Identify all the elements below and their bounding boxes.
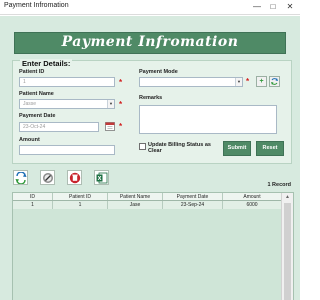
payment-mode-label: Payment Mode: [139, 69, 178, 75]
window-title: Payment Infromation: [4, 2, 69, 9]
column-header-id[interactable]: ID: [13, 193, 53, 200]
payments-grid[interactable]: ID Patient ID Patient Name Payment Date …: [12, 192, 294, 300]
chevron-down-icon[interactable]: ▼: [235, 78, 242, 86]
patient-name-required: *: [119, 100, 123, 109]
maximize-button[interactable]: □: [266, 1, 280, 13]
cell-id: 1: [13, 201, 53, 209]
add-payment-mode-button[interactable]: +: [256, 76, 267, 87]
update-billing-label: Update Billing Status as Clear: [148, 142, 211, 154]
patient-name-combo[interactable]: Jasse ▼: [19, 99, 115, 109]
remarks-label: Remarks: [139, 95, 163, 101]
record-count: 1 Record: [267, 182, 291, 188]
table-row[interactable]: 1 1 Jase 23-Sep-24 6000: [13, 201, 281, 209]
payment-mode-required: *: [246, 77, 250, 86]
scrollbar-thumb[interactable]: [284, 203, 291, 300]
cell-payment-date: 23-Sep-24: [163, 201, 223, 209]
details-legend: Enter Details:: [20, 59, 73, 68]
column-header-patient-id[interactable]: Patient ID: [53, 193, 108, 200]
column-header-payment-date[interactable]: Payment Date: [163, 193, 223, 200]
column-header-amount[interactable]: Amount: [223, 193, 281, 200]
details-group: Enter Details: Patient ID 1 * Patient Na…: [12, 59, 292, 164]
cell-patient-id: 1: [53, 201, 108, 209]
amount-label: Amount: [19, 137, 40, 143]
close-button[interactable]: ✕: [283, 1, 297, 13]
remarks-field[interactable]: [139, 105, 277, 134]
payment-mode-combo[interactable]: ▼: [139, 77, 243, 87]
grid-vertical-scrollbar[interactable]: ▲ ▼: [281, 193, 293, 300]
svg-text:X: X: [98, 176, 102, 182]
export-excel-button[interactable]: X: [94, 170, 109, 185]
window-client-area: Payment Infromation Enter Details: Patie…: [0, 16, 300, 300]
refresh-icon: [271, 78, 278, 85]
grid-header: ID Patient ID Patient Name Payment Date …: [13, 193, 281, 201]
delete-record-button[interactable]: [67, 170, 82, 185]
submit-button[interactable]: Submit: [223, 141, 251, 156]
cell-amount: 6000: [246, 202, 258, 208]
page-banner: Payment Infromation: [14, 32, 286, 54]
reset-button[interactable]: Reset: [256, 141, 284, 156]
window-titlebar: Payment Infromation — □ ✕: [0, 0, 300, 15]
delete-icon: [69, 172, 81, 184]
patient-id-field[interactable]: 1: [19, 77, 115, 87]
edit-icon: [43, 173, 53, 183]
patient-name-value: Jasse: [23, 101, 37, 107]
edit-record-button[interactable]: [40, 170, 55, 185]
patient-name-label: Patient Name: [19, 91, 54, 97]
calendar-icon[interactable]: [104, 121, 115, 132]
update-billing-checkbox[interactable]: [139, 143, 146, 150]
payment-date-required: *: [119, 122, 123, 131]
refresh-grid-button[interactable]: [13, 170, 28, 185]
excel-export-icon: X: [96, 172, 108, 184]
patient-id-required: *: [119, 78, 123, 87]
refresh-payment-mode-button[interactable]: [269, 76, 280, 87]
payment-date-label: Payment Date: [19, 113, 56, 119]
patient-id-label: Patient ID: [19, 69, 45, 75]
refresh-icon: [15, 172, 27, 184]
column-header-patient-name[interactable]: Patient Name: [108, 193, 163, 200]
amount-field[interactable]: [19, 145, 115, 155]
cell-patient-name: Jase: [108, 201, 163, 209]
minimize-button[interactable]: —: [250, 1, 264, 13]
payment-date-field[interactable]: 23-Oct-24: [19, 122, 99, 132]
scroll-up-arrow-icon[interactable]: ▲: [282, 193, 293, 201]
chevron-down-icon[interactable]: ▼: [107, 100, 114, 108]
page-title: Payment Infromation: [61, 34, 239, 50]
